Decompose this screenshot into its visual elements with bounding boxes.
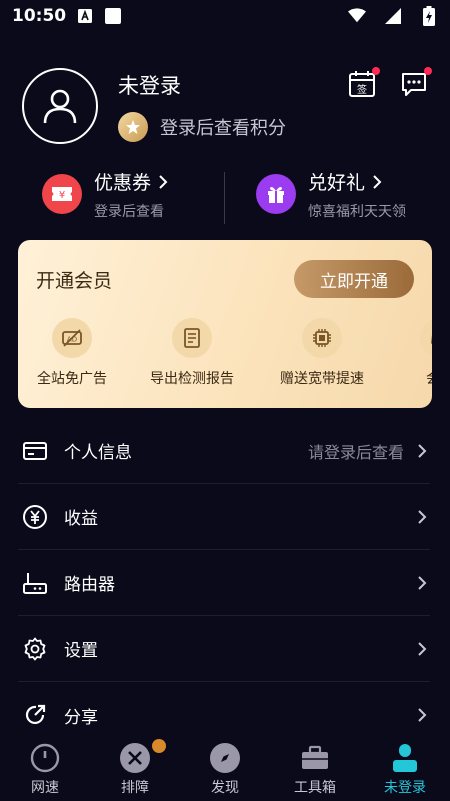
settings-menu: 个人信息 请登录后查看 收益 路由器 设置 分享 [18, 418, 430, 748]
compass-icon [210, 743, 240, 773]
perk-label: 全站免广告 [37, 371, 107, 387]
svg-text:¥: ¥ [59, 190, 65, 201]
toolbox-icon [300, 743, 330, 773]
perk-label: 会员 [426, 368, 432, 388]
menu-label: 个人信息 [64, 443, 132, 463]
menu-label: 设置 [64, 641, 98, 661]
tab-label: 工具箱 [294, 780, 336, 796]
gift-entry[interactable]: 兑好礼 惊喜福利天天领 [256, 168, 406, 221]
username[interactable]: 未登录 [118, 70, 181, 100]
menu-label: 路由器 [64, 575, 115, 595]
perk-item[interactable]: 会员 [380, 318, 432, 388]
id-card-icon [20, 436, 50, 466]
chevron-right-icon [414, 707, 430, 723]
perk-item[interactable]: 赠送宽带提速 [262, 318, 382, 388]
keyboard-indicator-icon [76, 7, 94, 25]
gift-title: 兑好礼 [308, 172, 366, 194]
user-icon [390, 743, 420, 773]
notification-square-icon [104, 7, 122, 25]
divider [224, 172, 225, 224]
signal-icon [384, 7, 402, 25]
chat-bubble-icon [402, 73, 426, 96]
tab-speed[interactable]: 网速 [0, 735, 90, 801]
status-time: 10:50 [12, 6, 67, 26]
chevron-right-icon [414, 641, 430, 657]
gift-icon [256, 174, 296, 214]
ticket-icon: ¥ [42, 174, 82, 214]
notification-dot [372, 67, 380, 75]
tab-label: 排障 [121, 780, 149, 796]
user-icon [43, 89, 77, 124]
coupon-row: ¥ 优惠券 登录后查看 兑好礼 惊喜福利天天领 [0, 168, 450, 228]
battery-charging-icon [420, 6, 438, 26]
calendar-sign-label: 签 [357, 83, 367, 96]
menu-item-personal-info[interactable]: 个人信息 请登录后查看 [18, 418, 430, 484]
menu-item-settings[interactable]: 设置 [18, 616, 430, 682]
perk-label: 导出检测报告 [150, 371, 234, 387]
sign-in-calendar-button[interactable]: 签 [348, 67, 380, 98]
report-icon [172, 318, 212, 358]
points-link[interactable]: 登录后查看积分 [118, 112, 286, 142]
status-bar: 10:50 [0, 0, 450, 32]
star-icon [118, 112, 148, 142]
calendar-sign-icon: 签 [349, 71, 375, 97]
bottom-tab-bar: 网速 排障 发现 工具箱 未登录 [0, 735, 450, 801]
tab-troubleshoot[interactable]: 排障 [90, 735, 180, 801]
chevron-right-icon [414, 443, 430, 459]
notification-dot [424, 67, 432, 75]
speedometer-icon [30, 743, 60, 773]
yuan-coin-icon [20, 502, 50, 532]
menu-item-earnings[interactable]: 收益 [18, 484, 430, 550]
lock-badge-icon [152, 739, 166, 753]
profile-header: 未登录 登录后查看积分 签 [22, 67, 432, 146]
chevron-right-icon [159, 174, 168, 189]
tab-label: 未登录 [384, 780, 426, 796]
menu-label: 收益 [64, 509, 98, 529]
menu-hint: 请登录后查看 [307, 442, 404, 462]
crown-icon [420, 318, 432, 358]
chevron-right-icon [414, 509, 430, 525]
no-ads-icon: AD [52, 318, 92, 358]
tab-profile[interactable]: 未登录 [360, 735, 450, 801]
share-icon [20, 700, 50, 730]
tab-discover[interactable]: 发现 [180, 735, 270, 801]
router-icon [20, 568, 50, 598]
coupon-entry[interactable]: ¥ 优惠券 登录后查看 [42, 168, 169, 221]
perk-label: 赠送宽带提速 [280, 371, 364, 387]
perk-item[interactable]: AD 全站免广告 [18, 318, 132, 388]
gift-subtitle: 惊喜福利天天领 [308, 204, 406, 220]
chevron-right-icon [414, 575, 430, 591]
avatar[interactable] [22, 68, 98, 144]
vip-title: 开通会员 [36, 270, 113, 292]
chevron-right-icon [373, 174, 382, 189]
perk-item[interactable]: 导出检测报告 [132, 318, 252, 388]
vip-card: 开通会员 立即开通 AD 全站免广告 导出检测报告 赠送宽带提速 会员 [18, 240, 432, 408]
tab-label: 网速 [31, 780, 59, 796]
wifi-icon [348, 7, 366, 25]
tab-label: 发现 [211, 780, 239, 796]
points-text: 登录后查看积分 [160, 118, 286, 139]
coupon-title: 优惠券 [94, 172, 152, 194]
tools-icon [120, 743, 150, 773]
gear-icon [20, 634, 50, 664]
menu-label: 分享 [64, 707, 98, 728]
vip-open-button[interactable]: 立即开通 [294, 260, 414, 298]
chip-icon [302, 318, 342, 358]
coupon-subtitle: 登录后查看 [94, 204, 164, 220]
menu-item-router[interactable]: 路由器 [18, 550, 430, 616]
tab-toolbox[interactable]: 工具箱 [270, 735, 360, 801]
messages-button[interactable] [400, 67, 432, 98]
